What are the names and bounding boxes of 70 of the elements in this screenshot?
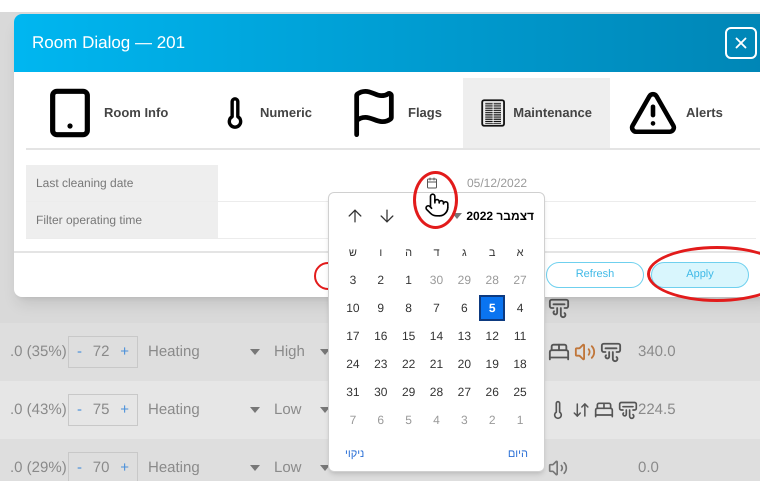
bed-icon	[548, 341, 570, 363]
calendar-day[interactable]: 11	[507, 323, 534, 349]
annotation-ellipse	[413, 171, 458, 229]
calendar-day[interactable]: 28	[423, 379, 450, 405]
calendar-day[interactable]: 30	[368, 379, 394, 405]
caret-icon	[452, 213, 462, 219]
close-button[interactable]	[725, 27, 757, 59]
caret-icon	[320, 465, 330, 471]
caret-icon	[320, 407, 330, 413]
field-label: Last cleaning date	[26, 165, 218, 201]
caret-icon	[250, 465, 260, 471]
weekday-label: ש	[348, 246, 358, 261]
calendar-day[interactable]: 15	[396, 323, 422, 349]
caret-icon	[250, 349, 260, 355]
calendar-day[interactable]: 19	[479, 351, 506, 377]
table-cell-text: 224.5	[638, 400, 676, 420]
calendar-day[interactable]: 20	[451, 351, 478, 377]
weekday-label: ג	[461, 246, 468, 261]
calendar-day[interactable]: 1	[396, 267, 422, 293]
calendar-day[interactable]: 6	[451, 295, 478, 321]
table-cell-text: 340.0	[638, 342, 676, 362]
calendar-day[interactable]: 24	[340, 351, 366, 377]
calendar-day[interactable]: 22	[396, 351, 422, 377]
calendar-day[interactable]: 27	[451, 379, 478, 405]
air-conditioner-icon	[548, 297, 570, 319]
table-cell-text: 0.0	[638, 458, 659, 478]
arrows-icon	[572, 400, 590, 420]
calendar-day[interactable]: 5	[479, 295, 506, 321]
calendar-day[interactable]: 18	[507, 351, 534, 377]
speaker-icon	[548, 458, 568, 478]
calendar-day[interactable]: 4	[507, 295, 534, 321]
weekday-label: ו	[378, 246, 384, 261]
caret-icon	[320, 349, 330, 355]
calendar-day[interactable]: 13	[451, 323, 478, 349]
today-link[interactable]: היום	[508, 446, 528, 462]
weekday-label: ד	[432, 246, 441, 261]
calendar-day[interactable]: 31	[340, 379, 366, 405]
clear-link[interactable]: ניקוי	[345, 446, 364, 462]
calendar-day[interactable]: 26	[479, 379, 506, 405]
table-cell-text: .0 (43%)	[9, 400, 66, 420]
calendar-day[interactable]: 12	[479, 323, 506, 349]
calendar-day[interactable]: 25	[507, 379, 534, 405]
calendar-day[interactable]: 29	[396, 379, 422, 405]
calendar-day[interactable]: 10	[340, 295, 366, 321]
air-conditioner-icon	[618, 399, 638, 421]
table-cell-text: .0 (35%)	[9, 342, 66, 362]
calendar-icon[interactable]	[426, 177, 438, 189]
calendar-day[interactable]: 8	[396, 295, 422, 321]
calendar-day[interactable]: 2	[368, 267, 394, 293]
table-cell-text: .0 (29%)	[9, 458, 66, 478]
calendar-day[interactable]: 23	[368, 351, 394, 377]
calendar-day[interactable]: 21	[423, 351, 450, 377]
calendar-day[interactable]: 7	[423, 295, 450, 321]
calendar-day[interactable]: 3	[340, 267, 366, 293]
stepper-value: 75	[92, 400, 110, 420]
dialog-title: Room Dialog — 201	[32, 32, 186, 54]
calendar-day[interactable]: 17	[340, 323, 366, 349]
stepper-value: 72	[92, 342, 110, 362]
speaker-icon	[574, 341, 596, 363]
calendar-day[interactable]: 14	[423, 323, 450, 349]
stepper-value: 70	[92, 458, 110, 478]
field-label: Filter operating time	[26, 202, 218, 238]
air-conditioner-icon	[600, 341, 622, 363]
calendar-day[interactable]: 9	[368, 295, 394, 321]
calendar-day[interactable]: 16	[368, 323, 394, 349]
weekday-label: ה	[404, 246, 414, 261]
weekday-label: א	[516, 246, 525, 261]
tab[interactable]: Maintenance	[463, 78, 610, 148]
weekday-label: ב	[488, 246, 497, 261]
caret-icon	[250, 407, 260, 413]
